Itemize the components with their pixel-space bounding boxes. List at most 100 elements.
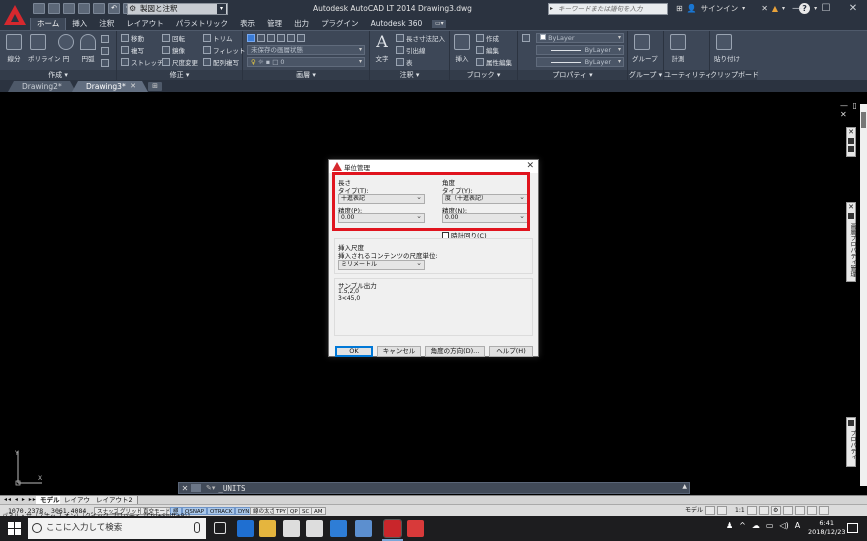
text-tool[interactable]: A 文字 — [372, 34, 392, 64]
boundary-tool[interactable] — [101, 58, 109, 68]
save-as-icon[interactable] — [78, 3, 90, 14]
layer-icon[interactable] — [287, 34, 295, 42]
open-file-icon[interactable] — [48, 3, 60, 14]
layer-icon[interactable] — [267, 34, 275, 42]
mail-icon[interactable] — [283, 520, 300, 537]
chevron-down-icon[interactable]: ▾ — [742, 5, 745, 12]
app-icon[interactable] — [330, 520, 347, 537]
layer-properties-icon[interactable] — [247, 34, 255, 42]
isolate-objects-icon[interactable] — [806, 506, 817, 515]
ok-button[interactable]: OK — [335, 346, 373, 357]
lock-icon[interactable] — [782, 506, 793, 515]
app-icon[interactable] — [355, 520, 372, 537]
tab-annotate[interactable]: 注釈 — [93, 18, 120, 30]
application-menu-button[interactable] — [0, 0, 30, 30]
model-label[interactable]: モデル — [685, 506, 703, 516]
layer-state-dropdown[interactable]: 未保存の画層状態 — [247, 45, 365, 55]
network-icon[interactable]: ▭ — [766, 521, 774, 530]
signin-link[interactable]: サインイン — [701, 3, 739, 14]
layout-nav-arrows[interactable]: ◂◂ ◂ ▸ ▸▸ — [4, 496, 37, 503]
workspace-dropdown[interactable]: ⚙ 製図と注釈 ▾ — [127, 3, 228, 15]
stretch-tool[interactable]: ストレッチ — [121, 57, 164, 67]
rotate-tool[interactable]: 回転 — [162, 33, 185, 43]
layer-icon[interactable] — [297, 34, 305, 42]
quick-view-layouts-icon[interactable] — [705, 506, 716, 515]
mirror-tool[interactable]: 鏡像 — [162, 45, 185, 55]
current-layer-dropdown[interactable]: ♀ ☼ ▪ □ 0 — [247, 57, 365, 67]
taskbar-clock[interactable]: 6:41 2018/12/23 — [808, 519, 845, 537]
scrollbar-thumb[interactable] — [861, 112, 866, 128]
close-button[interactable]: ✕ — [838, 0, 867, 18]
tab-autodesk-360[interactable]: Autodesk 360 — [365, 18, 429, 30]
group-tool[interactable]: グループ — [632, 34, 658, 63]
edge-icon[interactable] — [237, 520, 254, 537]
am-toggle[interactable]: AM — [311, 507, 326, 515]
direction-button[interactable]: 角度の方向(D)... — [425, 346, 485, 357]
tab-insert[interactable]: 挿入 — [66, 18, 93, 30]
tab-layout[interactable]: レイアウト — [120, 18, 170, 30]
save-icon[interactable] — [63, 3, 75, 14]
close-icon[interactable]: ✕ — [179, 484, 191, 493]
triangle-up-icon[interactable]: ▲ — [682, 483, 687, 490]
autocad-taskbar-icon[interactable] — [383, 519, 402, 538]
color-dropdown[interactable]: ByLayer — [536, 33, 624, 43]
tab-view[interactable]: 表示 — [234, 18, 261, 30]
move-tool[interactable]: 移動 — [121, 33, 144, 43]
windows-start-icon[interactable] — [8, 522, 21, 535]
array-tool[interactable]: 配列複写 — [203, 57, 239, 67]
measure-tool[interactable]: 計測 — [668, 34, 688, 63]
polyline-tool[interactable]: ポリライン — [28, 34, 61, 63]
table-tool[interactable]: 表 — [396, 57, 413, 67]
annotation-scale[interactable]: 1:1 — [735, 506, 745, 516]
undo-icon[interactable]: ↶ — [108, 3, 120, 14]
rectangle-tool[interactable] — [101, 34, 109, 44]
people-icon[interactable]: ♟ — [726, 521, 733, 530]
store-icon[interactable] — [306, 520, 323, 537]
tab-manage[interactable]: 管理 — [261, 18, 288, 30]
auto-scale-icon[interactable] — [758, 506, 769, 515]
layer-icon[interactable] — [277, 34, 285, 42]
copy-tool[interactable]: 複写 — [121, 45, 144, 55]
command-prompt-icon[interactable]: ✎▾ — [203, 484, 218, 492]
ribbon-minimize-button[interactable]: ▭▾ — [432, 20, 447, 28]
clean-screen-icon[interactable] — [818, 506, 829, 515]
leader-tool[interactable]: 引出線 — [396, 45, 426, 55]
create-block-tool[interactable]: 作成 — [476, 33, 499, 43]
match-properties-tool[interactable] — [522, 33, 530, 43]
hardware-acceleration-icon[interactable] — [794, 506, 805, 515]
volume-icon[interactable]: ◁) — [779, 521, 788, 530]
show-hidden-icons[interactable]: ^ — [739, 521, 746, 530]
angle-type-select[interactable]: 度（十進表記） — [442, 194, 528, 204]
task-view-icon[interactable] — [214, 522, 226, 534]
maximize-button[interactable]: ☐ — [811, 0, 841, 18]
cancel-button[interactable]: キャンセル — [377, 346, 421, 357]
edit-attribute-tool[interactable]: 属性編集 — [476, 57, 512, 67]
plot-icon[interactable] — [93, 3, 105, 14]
microphone-icon[interactable] — [194, 522, 200, 533]
trim-tool[interactable]: トリム — [203, 33, 233, 43]
notification-icon[interactable] — [847, 523, 858, 533]
workspace-switch-icon[interactable]: ⚙ — [770, 506, 781, 515]
close-icon[interactable]: ✕ — [847, 203, 855, 211]
annotation-visibility-icon[interactable] — [746, 506, 757, 515]
cloud-icon[interactable]: ☁ — [752, 521, 760, 530]
otrack-toggle[interactable]: OTRACK — [207, 507, 236, 515]
close-icon[interactable]: ✕ — [130, 81, 136, 92]
autodesk-360-icon[interactable]: ▲ — [772, 4, 778, 13]
tool-palette-strip[interactable]: ✕ — [846, 127, 856, 157]
new-file-icon[interactable] — [33, 3, 45, 14]
autocad-app-icon[interactable] — [407, 520, 424, 537]
dialog-title-bar[interactable]: 単位管理 ✕ — [329, 160, 538, 173]
line-tool[interactable]: 線分 — [4, 34, 24, 63]
fillet-tool[interactable]: フィレット — [203, 45, 245, 55]
layer-icon[interactable] — [257, 34, 265, 42]
paste-tool[interactable]: 貼り付け — [714, 34, 740, 63]
file-explorer-icon[interactable] — [259, 520, 276, 537]
lineweight-dropdown[interactable]: ByLayer — [536, 57, 624, 67]
quick-view-drawings-icon[interactable] — [717, 506, 728, 515]
tab-home[interactable]: ホーム — [30, 18, 67, 30]
exchange-icon[interactable]: ✕ — [761, 4, 768, 13]
vertical-scrollbar[interactable] — [860, 104, 867, 486]
hatch-tool[interactable] — [101, 46, 109, 56]
tab-output[interactable]: 出力 — [288, 18, 315, 30]
